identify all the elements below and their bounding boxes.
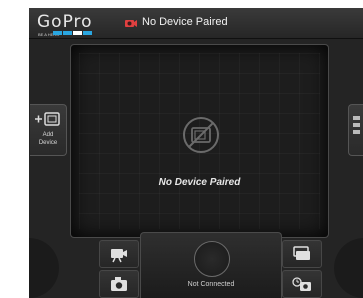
- camera-preview-panel: No Device Paired: [70, 44, 329, 238]
- shutter-area: Not Connected: [140, 232, 282, 298]
- photo-camera-icon: [111, 277, 127, 291]
- add-device-button[interactable]: Add Device: [30, 104, 67, 156]
- timelapse-camera-icon: [292, 277, 311, 291]
- add-camera-icon: [34, 111, 62, 127]
- timelapse-mode-button[interactable]: [282, 270, 322, 298]
- logo-text: GoPro: [37, 12, 93, 32]
- camera-disconnected-icon: [124, 16, 138, 30]
- shutter-button[interactable]: [194, 241, 230, 277]
- background-shade: [334, 238, 363, 298]
- add-device-label: Add Device: [38, 132, 58, 146]
- burst-mode-icon: [293, 246, 310, 260]
- background-shade: [29, 238, 59, 298]
- no-device-icon: [181, 115, 221, 155]
- photo-mode-button[interactable]: [99, 270, 139, 298]
- status-text: No Device Paired: [142, 16, 228, 28]
- video-mode-button[interactable]: [99, 240, 139, 268]
- no-device-message: No Device Paired: [158, 177, 241, 188]
- connection-status-label: Not Connected: [187, 281, 235, 288]
- logo-color-bars: [53, 31, 92, 35]
- settings-tab[interactable]: [348, 104, 363, 156]
- burst-mode-button[interactable]: [282, 240, 322, 268]
- settings-list-icon: [352, 115, 362, 137]
- app-window: GoPro BE A HERO No Device Paired Add Dev…: [29, 8, 363, 298]
- video-camera-icon: [111, 249, 127, 263]
- top-bar: GoPro BE A HERO No Device Paired: [29, 8, 363, 39]
- gopro-logo: GoPro BE A HERO: [37, 12, 117, 37]
